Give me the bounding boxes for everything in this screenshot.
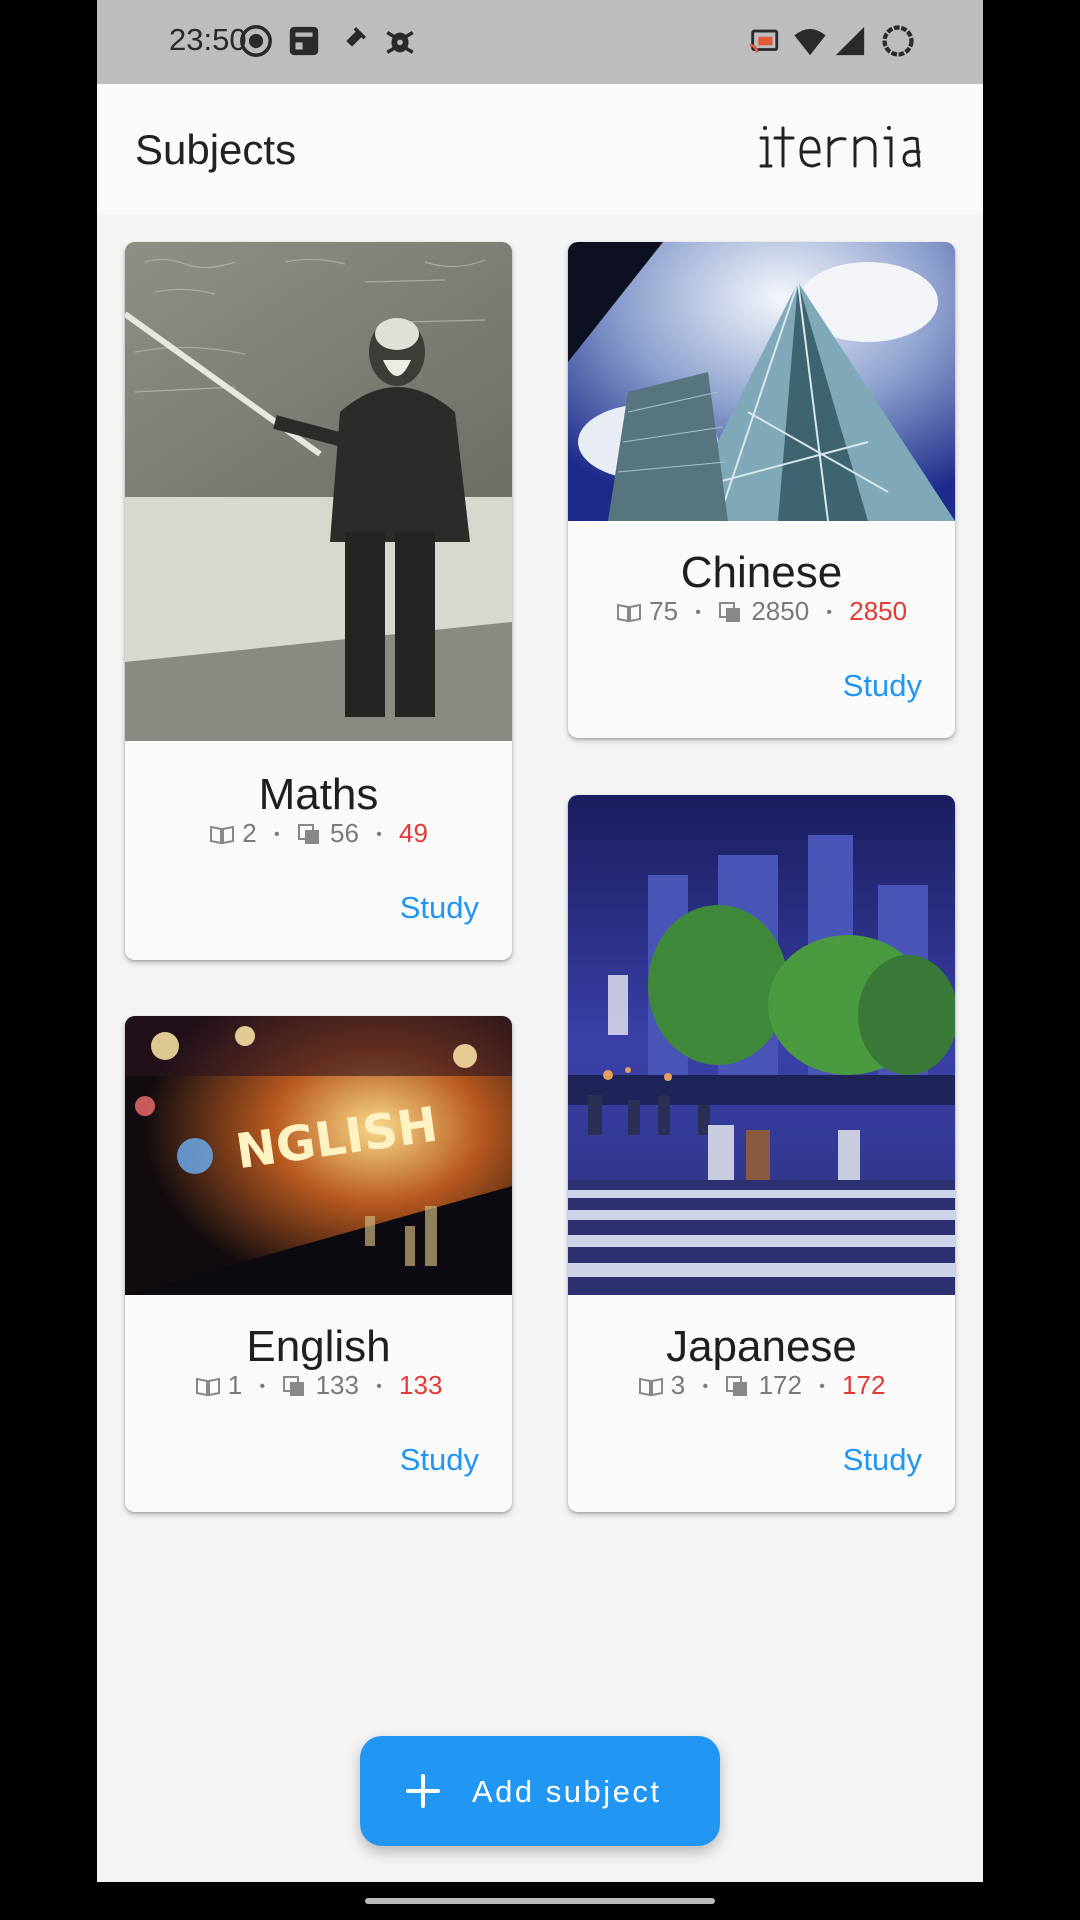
card-count: 133 (315, 1370, 359, 1400)
cards-icon (719, 602, 741, 622)
study-button[interactable]: Study (843, 1442, 922, 1478)
book-icon (210, 825, 235, 845)
cards-icon (297, 824, 319, 844)
book-icon (638, 1377, 663, 1397)
subject-name: Maths (258, 770, 379, 819)
due-count: 172 (842, 1370, 886, 1400)
tool-icon (339, 26, 367, 54)
app-bar: Subjects (97, 84, 983, 214)
add-subject-label: Add subject (472, 1774, 662, 1809)
signal-icon (835, 26, 865, 56)
book-icon (616, 603, 641, 623)
deck-count: 75 (649, 596, 679, 626)
subject-cover-image (125, 242, 512, 741)
due-count: 49 (399, 818, 428, 848)
subject-card-english[interactable]: NGLISH English 1 • 133 • 133 Study (125, 1016, 512, 1512)
study-button[interactable]: Study (400, 1442, 479, 1478)
deck-count: 2 (242, 818, 257, 848)
plus-icon (406, 1774, 440, 1808)
deck-count: 1 (227, 1370, 243, 1400)
subject-stats: 3 • 172 • 172 (568, 1370, 955, 1401)
app-icon (289, 26, 319, 56)
status-bar: 23:50 (97, 0, 983, 84)
subject-cover-image (568, 242, 955, 521)
wifi-icon (794, 28, 826, 56)
iternia-logo (759, 126, 921, 168)
subject-card-chinese[interactable]: Chinese 75 • 2850 • 2850 Study (568, 242, 955, 738)
subject-stats: 75 • 2850 • 2850 (568, 596, 955, 627)
cards-icon (283, 1376, 305, 1396)
due-count: 133 (399, 1370, 443, 1400)
subject-card-japanese[interactable]: Japanese 3 • 172 • 172 Study (568, 795, 955, 1512)
study-button[interactable]: Study (400, 890, 479, 926)
cast-icon (749, 29, 779, 53)
page-title: Subjects (135, 126, 297, 173)
subject-name: Chinese (680, 548, 843, 597)
study-button[interactable]: Study (843, 668, 922, 704)
record-icon (240, 25, 272, 57)
subject-stats: 2 • 56 • 49 (125, 818, 512, 849)
subject-name: English (246, 1322, 391, 1371)
status-time: 23:50 (169, 22, 247, 57)
subject-name: Japanese (666, 1322, 857, 1371)
subject-cover-image (568, 795, 955, 1295)
add-subject-button[interactable]: Add subject (360, 1736, 720, 1846)
card-count: 56 (330, 818, 359, 848)
card-count: 172 (758, 1370, 802, 1400)
app-screen: Subjects Maths 2 • 56 • 49 Study Chinese… (97, 84, 983, 1882)
book-icon (195, 1377, 220, 1397)
battery-icon (882, 25, 914, 57)
bug-icon (386, 30, 414, 54)
subject-stats: 1 • 133 • 133 (125, 1370, 512, 1401)
deck-count: 3 (670, 1370, 686, 1400)
due-count: 2850 (849, 596, 908, 626)
cards-icon (726, 1376, 748, 1396)
card-count: 2850 (751, 596, 810, 626)
subject-cover-image: NGLISH (125, 1016, 512, 1295)
gesture-nav-handle[interactable] (365, 1898, 715, 1904)
subject-card-maths[interactable]: Maths 2 • 56 • 49 Study (125, 242, 512, 960)
